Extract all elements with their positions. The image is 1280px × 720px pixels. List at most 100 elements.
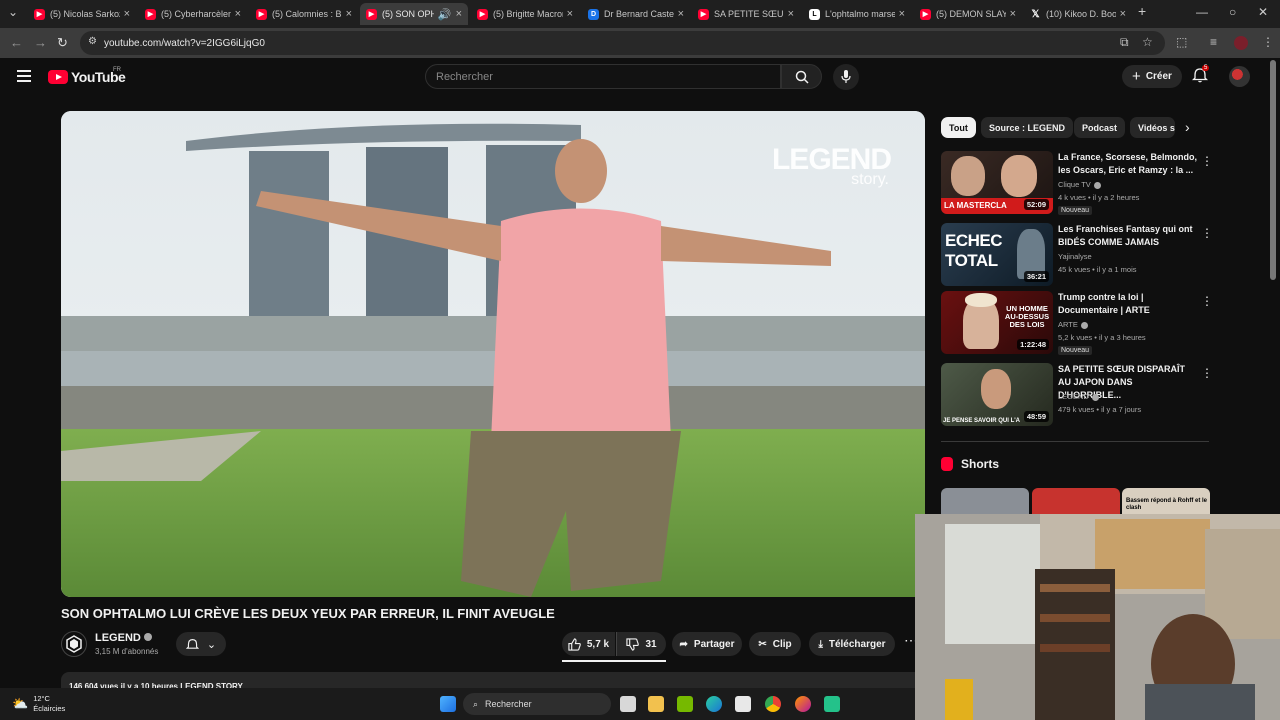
video-player[interactable]: LEGEND story. [61, 111, 925, 597]
recommendation-item[interactable]: ECHEC TOTAL 36:21 Les Franchises Fantasy… [941, 223, 1213, 287]
channel-avatar[interactable] [61, 631, 87, 657]
youtube-logo[interactable]: YouTube FR [48, 67, 126, 85]
cast-icon[interactable]: ⧉ [1120, 35, 1129, 50]
close-window-icon[interactable]: ✕ [1258, 5, 1268, 19]
search-input[interactable]: Rechercher [425, 64, 781, 89]
browser-tab[interactable]: 𝕏 (10) Kikoo D. Booba × [1024, 3, 1132, 25]
like-ratio-bar [562, 660, 666, 662]
extensions-icon[interactable]: ⬚ [1176, 35, 1187, 49]
recommendation-item[interactable]: JE PENSE SAVOIR QUI L'A 48:59 SA PETITE … [941, 363, 1213, 427]
youtube-icon: ▶ [145, 8, 156, 20]
site-info-icon[interactable]: ⚙ [88, 36, 97, 47]
recommendation-item[interactable]: LA MASTERCLA 52:09 La France, Scorsese, … [941, 151, 1213, 215]
speaker-icon[interactable]: 🔊 [438, 8, 452, 21]
browser-tab[interactable]: ▶ (5) Brigitte Macron × [471, 3, 579, 25]
minimize-icon[interactable]: — [1196, 5, 1208, 19]
more-options-icon[interactable]: ⋮ [1201, 366, 1213, 380]
address-bar[interactable]: ⚙ youtube.com/watch?v=2IGG6iLjqG0 [80, 31, 1165, 55]
browser-tab[interactable]: ▶ (5) DEMON SLAYER × [914, 3, 1022, 25]
browser-tab[interactable]: ▶ SA PETITE SŒUR D × [692, 3, 800, 25]
new-tab-button[interactable]: + [1138, 3, 1146, 19]
back-icon[interactable]: ← [10, 35, 23, 50]
more-options-icon[interactable]: ⋮ [1201, 294, 1213, 308]
share-button[interactable]: ➦ Partager [672, 632, 742, 656]
file-explorer-icon[interactable] [648, 696, 664, 712]
video-thumbnail[interactable]: LA MASTERCLA 52:09 [941, 151, 1053, 214]
close-icon[interactable]: × [1010, 8, 1016, 20]
task-view-icon[interactable] [620, 696, 636, 712]
chip-podcast[interactable]: Podcast [1074, 117, 1126, 138]
notifications-button[interactable]: 5 [1191, 65, 1210, 88]
share-icon: ➦ [679, 638, 688, 650]
chrome-icon[interactable] [765, 696, 781, 712]
region-label: FR [113, 67, 121, 73]
create-button[interactable]: + Créer [1122, 65, 1182, 88]
firefox-icon[interactable] [795, 696, 811, 712]
recommendation-channel[interactable]: Clique TV [1058, 180, 1101, 189]
close-icon[interactable]: × [899, 8, 905, 20]
more-options-icon[interactable]: ⋮ [1201, 154, 1213, 168]
recommendation-item[interactable]: UN HOMME AU-DESSUS DES LOIS 1:22:48 Trum… [941, 291, 1213, 355]
page-scrollbar[interactable] [1270, 60, 1276, 280]
close-icon[interactable]: × [567, 8, 573, 20]
chip-all[interactable]: Tout [941, 117, 976, 138]
chip-videos[interactable]: Vidéos s [1130, 117, 1175, 138]
recommendation-title[interactable]: La France, Scorsese, Belmondo, les Oscar… [1058, 151, 1198, 177]
close-icon[interactable]: × [235, 8, 241, 20]
reload-icon[interactable]: ↻ [57, 35, 68, 51]
clip-button[interactable]: ✂ Clip [749, 632, 801, 656]
app-icon[interactable] [824, 696, 840, 712]
recommendation-channel[interactable]: LEGEND [1058, 392, 1099, 401]
subscription-bell-button[interactable]: ⌄ [176, 632, 226, 656]
more-options-icon[interactable]: ⋮ [1201, 226, 1213, 240]
close-icon[interactable]: × [1120, 8, 1126, 20]
search-button[interactable] [781, 64, 822, 89]
menu-hamburger-icon[interactable] [17, 70, 31, 82]
close-icon[interactable]: × [346, 8, 352, 20]
close-icon[interactable]: × [456, 8, 462, 20]
browser-tab-active[interactable]: ▶ (5) SON OPHTALMO 🔊 × [360, 3, 468, 25]
chevron-right-icon[interactable]: › [1185, 119, 1190, 135]
x-icon: 𝕏 [1031, 8, 1040, 20]
account-avatar[interactable] [1229, 66, 1250, 87]
store-icon[interactable] [735, 696, 751, 712]
voice-search-button[interactable] [833, 64, 859, 90]
video-thumbnail[interactable]: JE PENSE SAVOIR QUI L'A 48:59 [941, 363, 1053, 426]
profile-avatar[interactable] [1234, 36, 1248, 50]
recommendation-channel[interactable]: ARTE [1058, 320, 1088, 329]
browser-tab[interactable]: D Dr Bernard Castelli × [582, 3, 690, 25]
video-thumbnail[interactable]: ECHEC TOTAL 36:21 [941, 223, 1053, 286]
like-button[interactable]: 5,7 k [562, 632, 615, 656]
maximize-icon[interactable]: ○ [1229, 5, 1236, 19]
edge-icon[interactable] [706, 696, 722, 712]
channel-text: ARTE [1058, 320, 1078, 329]
tab-list-icon[interactable]: ⌄ [8, 5, 18, 19]
close-icon[interactable]: × [678, 8, 684, 20]
recommendation-title[interactable]: Trump contre la loi | Documentaire | ART… [1058, 291, 1198, 317]
new-badge: Nouveau [1058, 206, 1093, 215]
windows-start-icon[interactable] [440, 696, 456, 712]
nvidia-icon[interactable] [677, 696, 693, 712]
bookmark-star-icon[interactable]: ☆ [1142, 35, 1153, 49]
browser-tab[interactable]: L L'ophtalmo marseill × [803, 3, 911, 25]
menu-kebab-icon[interactable]: ⋮ [1262, 35, 1274, 49]
channel-name[interactable]: LEGEND [95, 632, 152, 644]
chip-source-legend[interactable]: Source : LEGEND [981, 117, 1074, 138]
like-count: 5,7 k [586, 638, 610, 650]
reading-list-icon[interactable]: ≡ [1210, 35, 1217, 49]
dislike-button[interactable]: 31 [616, 632, 666, 656]
taskbar-search[interactable]: ⌕ Rechercher [463, 693, 611, 715]
video-thumbnail[interactable]: UN HOMME AU-DESSUS DES LOIS 1:22:48 [941, 291, 1053, 354]
recommendation-channel[interactable]: Yajinalyse [1058, 252, 1092, 261]
recommendation-title[interactable]: Les Franchises Fantasy qui ont BIDÉS COM… [1058, 223, 1198, 249]
forward-icon[interactable]: → [34, 35, 47, 50]
browser-tab[interactable]: ▶ (5) Nicolas Sarkozy × [28, 3, 136, 25]
weather-widget[interactable]: ⛅ 12°C Éclaircies [12, 694, 65, 714]
video-duration: 48:59 [1023, 411, 1049, 422]
close-icon[interactable]: × [788, 8, 794, 20]
browser-tab[interactable]: ▶ (5) Calomnies : Bri × [250, 3, 358, 25]
weather-cloud-icon: ⛅ [12, 696, 29, 711]
browser-tab[interactable]: ▶ (5) Cyberharcèlement × [139, 3, 247, 25]
close-icon[interactable]: × [124, 8, 130, 20]
download-button[interactable]: ⤓ Télécharger [809, 632, 895, 656]
